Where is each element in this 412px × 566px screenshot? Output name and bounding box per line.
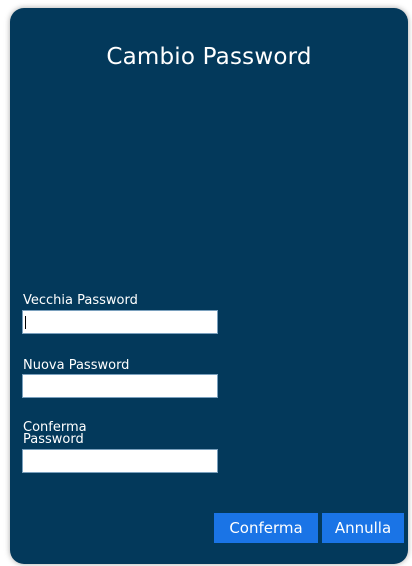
old-password-label: Vecchia Password: [23, 293, 138, 308]
confirm-password-field[interactable]: [22, 449, 218, 473]
old-password-field[interactable]: [22, 310, 218, 334]
change-password-dialog: Cambio Password Vecchia Password Nuova P…: [10, 8, 408, 564]
text-caret: [25, 316, 26, 329]
new-password-label: Nuova Password: [23, 358, 130, 373]
confirm-password-label-line2: Password: [23, 432, 84, 447]
cancel-button[interactable]: Annulla: [322, 513, 404, 543]
confirm-button[interactable]: Conferma: [214, 513, 318, 543]
dialog-title: Cambio Password: [106, 44, 312, 70]
new-password-field[interactable]: [22, 374, 218, 398]
